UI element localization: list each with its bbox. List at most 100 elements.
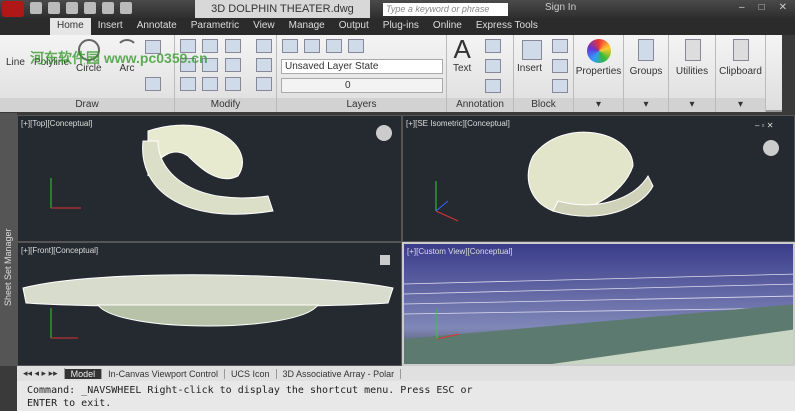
save-as-icon[interactable]: [84, 2, 96, 14]
ribbon-tabs: Home Insert Annotate Parametric View Man…: [0, 18, 795, 35]
ribbon: Line Polyline Circle Arc Draw Modify Uns…: [0, 35, 782, 112]
clipboard-panel-expander[interactable]: ▾: [716, 98, 765, 112]
explode-icon[interactable]: [256, 58, 272, 72]
block-panel: Insert Block: [514, 35, 574, 112]
viewcube-icon: [763, 140, 779, 156]
annotation-panel-label[interactable]: Annotation: [447, 98, 513, 112]
dimension-icon[interactable]: [485, 39, 501, 53]
viewport-label[interactable]: [+][Front][Conceptual]: [21, 246, 98, 255]
properties-panel-expander[interactable]: ▾: [574, 98, 623, 112]
watermark: 河东软件园 www.pc0359.cn: [30, 43, 208, 69]
search-input[interactable]: Type a keyword or phrase: [383, 3, 508, 16]
new-icon[interactable]: [30, 2, 42, 14]
tab-parametric[interactable]: Parametric: [184, 18, 246, 35]
layer-properties-icon[interactable]: [282, 39, 298, 53]
properties-icon: [587, 39, 611, 63]
text-icon: A: [453, 34, 471, 64]
tab-output[interactable]: Output: [332, 18, 376, 35]
groups-icon: [638, 39, 654, 61]
create-block-icon[interactable]: [552, 39, 568, 53]
print-icon[interactable]: [102, 2, 114, 14]
viewport-custom-view[interactable]: [+][Custom View][Conceptual]: [402, 242, 795, 366]
open-icon[interactable]: [48, 2, 60, 14]
properties-panel[interactable]: Properties ▾: [574, 35, 624, 112]
dolphin-theater-custom-view: [404, 273, 793, 364]
text-button[interactable]: A Text: [453, 35, 471, 74]
command-history-line: ENTER to exit.: [27, 398, 112, 409]
viewcube-icon: [380, 255, 390, 265]
dolphin-theater-front-view: [22, 255, 394, 339]
save-icon[interactable]: [66, 2, 78, 14]
tab-manage[interactable]: Manage: [282, 18, 332, 35]
attribute-icon[interactable]: [552, 79, 568, 93]
erase-icon[interactable]: [256, 39, 272, 53]
tab-view[interactable]: View: [246, 18, 282, 35]
tab-3d-associative-array-polar[interactable]: 3D Associative Array - Polar: [277, 368, 402, 379]
calculator-icon: [685, 39, 701, 61]
current-layer: 0: [345, 80, 351, 91]
annotation-panel: A Text Annotation: [447, 35, 514, 112]
array-icon[interactable]: [225, 77, 241, 91]
fillet-icon[interactable]: [225, 58, 241, 72]
utilities-panel-expander[interactable]: ▾: [669, 98, 715, 112]
modify-panel-label[interactable]: Modify: [175, 98, 276, 112]
tab-annotate[interactable]: Annotate: [130, 18, 184, 35]
viewport-se-isometric[interactable]: [+][SE Isometric][Conceptual] – ▫ ✕: [402, 115, 795, 242]
clipboard-label: Clipboard: [719, 66, 762, 77]
groups-label: Groups: [629, 66, 663, 77]
sheet-set-manager-palette[interactable]: Sheet Set Manager: [0, 113, 17, 366]
sign-in-button[interactable]: Sign In: [545, 2, 576, 13]
leader-icon[interactable]: [485, 59, 501, 73]
scale-icon[interactable]: [202, 77, 218, 91]
groups-panel-expander[interactable]: ▾: [624, 98, 668, 112]
application-menu-button[interactable]: [2, 1, 24, 17]
tab-insert[interactable]: Insert: [91, 18, 130, 35]
stretch-icon[interactable]: [180, 77, 196, 91]
close-icon[interactable]: ✕: [779, 2, 787, 13]
tab-in-canvas-viewport-control[interactable]: In-Canvas Viewport Control: [102, 368, 226, 379]
viewport-window-controls: – ▫ ✕: [755, 121, 773, 130]
viewport-label[interactable]: [+][Custom View][Conceptual]: [407, 247, 512, 256]
dolphin-theater-top-view: [50, 124, 392, 215]
draw-panel-label[interactable]: Draw: [0, 98, 174, 112]
tab-model[interactable]: Model: [64, 368, 103, 379]
undo-icon[interactable]: [120, 2, 132, 14]
viewport-top[interactable]: [+][Top][Conceptual]: [17, 115, 402, 242]
layout-nav-buttons[interactable]: ◂◂ ◂ ▸ ▸▸: [17, 368, 65, 379]
tab-home[interactable]: Home: [50, 18, 91, 35]
layer-state-icon[interactable]: [304, 39, 320, 53]
viewport-label[interactable]: [+][SE Isometric][Conceptual]: [406, 119, 510, 128]
line-button[interactable]: Line: [6, 57, 25, 68]
clipboard-panel[interactable]: Clipboard ▾: [716, 35, 766, 112]
offset-icon[interactable]: [256, 77, 272, 91]
viewport-label[interactable]: [+][Top][Conceptual]: [21, 119, 92, 128]
layer-state-dropdown[interactable]: Unsaved Layer State: [281, 59, 443, 74]
layer-match-icon[interactable]: [326, 39, 342, 53]
utilities-label: Utilities: [675, 66, 709, 77]
properties-label: Properties: [575, 66, 622, 77]
table-icon[interactable]: [485, 79, 501, 93]
viewport-front[interactable]: [+][Front][Conceptual]: [17, 242, 402, 366]
text-label: Text: [453, 63, 472, 74]
layout-tabs: ◂◂ ◂ ▸ ▸▸ Model In-Canvas Viewport Contr…: [17, 366, 795, 381]
hatch-icon[interactable]: [145, 77, 161, 91]
line-label: Line: [6, 57, 25, 68]
utilities-panel[interactable]: Utilities ▾: [669, 35, 716, 112]
layers-panel-label[interactable]: Layers: [277, 98, 446, 112]
tab-ucs-icon[interactable]: UCS Icon: [225, 368, 277, 379]
layer-dropdown[interactable]: 0: [281, 78, 443, 93]
command-line[interactable]: Command: _NAVSWHEEL Right-click to displ…: [17, 381, 795, 411]
insert-button[interactable]: Insert: [517, 63, 542, 74]
maximize-icon[interactable]: □: [759, 2, 765, 13]
block-panel-label[interactable]: Block: [514, 98, 573, 112]
tab-express-tools[interactable]: Express Tools: [469, 18, 545, 35]
trim-icon[interactable]: [225, 39, 241, 53]
minimize-icon[interactable]: –: [739, 2, 745, 13]
layer-previous-icon[interactable]: [348, 39, 364, 53]
command-history-line: Command: _NAVSWHEEL Right-click to displ…: [27, 385, 473, 396]
viewcube-icon: [376, 125, 392, 141]
groups-panel[interactable]: Groups ▾: [624, 35, 669, 112]
tab-online[interactable]: Online: [426, 18, 469, 35]
edit-block-icon[interactable]: [552, 59, 568, 73]
tab-plugins[interactable]: Plug-ins: [376, 18, 426, 35]
